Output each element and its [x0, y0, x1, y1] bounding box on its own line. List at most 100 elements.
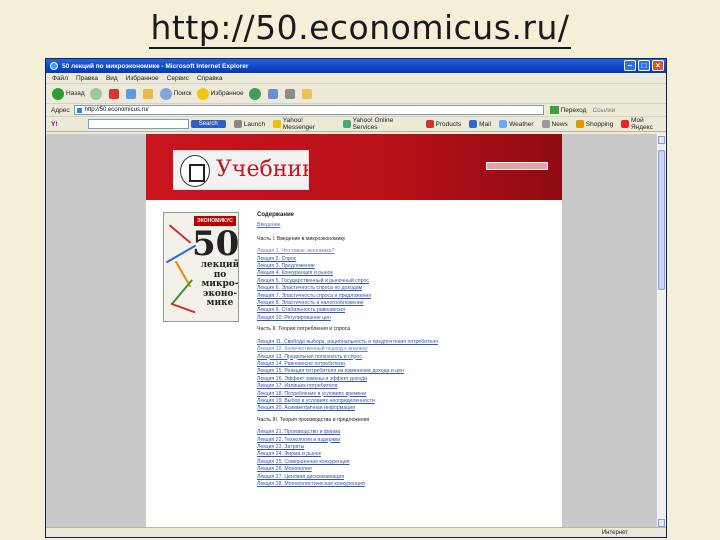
- refresh-icon: [125, 88, 136, 99]
- toc-chapter-link[interactable]: Лекция 18. Потребление в условиях времен…: [257, 391, 547, 398]
- yahoo-mail[interactable]: Mail: [469, 120, 491, 128]
- vertical-scrollbar[interactable]: [656, 134, 666, 529]
- mail-button[interactable]: [267, 88, 280, 99]
- toc-chapter-link[interactable]: Лекция 6. Эластичность спроса по доходам: [257, 285, 547, 292]
- toc-chapter-link[interactable]: Лекция 2. Спрос: [257, 256, 547, 263]
- go-button[interactable]: Переход: [549, 106, 586, 114]
- mail-icon: [267, 88, 278, 99]
- search-button[interactable]: Поиск: [159, 87, 192, 100]
- toc-chapter-link[interactable]: Лекция 19. Выбор в условиях неопределенн…: [257, 398, 547, 405]
- maximize-button[interactable]: □: [638, 60, 650, 71]
- toc-part-title: Часть III. Теория производства и предлож…: [257, 416, 370, 423]
- yandex-icon: [621, 120, 629, 128]
- search-icon: [159, 87, 172, 100]
- toc-chapter-link[interactable]: Лекция 16. Эффект замены и эффект дохода: [257, 376, 547, 383]
- yahoo-services[interactable]: Yahoo! Online Services: [342, 117, 418, 131]
- links-label[interactable]: Ссылки: [592, 107, 615, 114]
- forward-button[interactable]: [89, 87, 104, 100]
- yahoo-launch[interactable]: Launch: [233, 120, 265, 128]
- toc-chapter-link[interactable]: Лекция 11. Свобода выбора, рациональност…: [257, 339, 547, 346]
- folder-button[interactable]: [301, 88, 314, 99]
- toc-chapter-link[interactable]: Лекция 22. Технология и издержки: [257, 437, 547, 444]
- slide-title: http://50.economicus.ru/: [148, 8, 572, 49]
- toc-chapter-link[interactable]: Лекция 4. Конкуренция и рынок: [257, 270, 547, 277]
- yahoo-search-input[interactable]: [87, 119, 189, 129]
- yahoo-news[interactable]: News: [541, 120, 568, 128]
- address-bar: Адрес http://50.economicus.ru/ Переход С…: [46, 104, 666, 117]
- home-icon: [142, 88, 153, 99]
- toc-chapter-link[interactable]: Лекция 5. Государственный и рыночный спр…: [257, 278, 547, 285]
- menu-file[interactable]: Файл: [52, 75, 68, 82]
- yandex-link[interactable]: Мой Яндекс: [621, 117, 666, 131]
- menu-view[interactable]: Вид: [106, 75, 118, 82]
- toc-chapter-link[interactable]: Лекция 23. Затраты: [257, 444, 547, 451]
- toc-chapter-link[interactable]: Лекция 27. Ценовая дискриминация: [257, 474, 547, 481]
- menu-tools[interactable]: Сервис: [167, 75, 189, 82]
- yahoo-products[interactable]: Products: [425, 120, 461, 128]
- toc-chapter-link[interactable]: Лекция 14. Равновесие потребителя: [257, 361, 547, 368]
- status-bar: Интернет: [46, 527, 666, 537]
- address-label: Адрес: [51, 106, 70, 114]
- history-button[interactable]: [248, 87, 263, 100]
- minimize-button[interactable]: –: [624, 60, 636, 71]
- back-button[interactable]: Назад: [52, 87, 85, 100]
- toc-part-title: Часть II. Теория потребления и спроса: [257, 326, 351, 333]
- toc-intro-link[interactable]: Введение: [257, 222, 547, 229]
- mail-icon: [469, 120, 478, 128]
- ie-icon: [50, 62, 58, 70]
- yahoo-shopping[interactable]: Shopping: [575, 120, 613, 128]
- print-button[interactable]: [284, 88, 297, 99]
- favorites-button[interactable]: Избранное: [196, 87, 244, 100]
- launch-icon: [233, 120, 242, 128]
- cover-decor-line: [170, 279, 194, 305]
- toc-chapter-link[interactable]: Лекция 21. Производство и фирма: [257, 429, 547, 436]
- window-titlebar: 50 лекций по микроэкономике - Microsoft …: [46, 59, 666, 73]
- window-title: 50 лекций по микроэкономике - Microsoft …: [62, 62, 249, 70]
- toc-chapter-link[interactable]: Лекция 9. Стабильность равновесия: [257, 307, 547, 314]
- menu-help[interactable]: Справка: [197, 75, 223, 82]
- refresh-button[interactable]: [125, 88, 138, 99]
- toc-chapter-link[interactable]: Лекция 17. Излишек потребителя: [257, 383, 547, 390]
- cover-title: лекций по микро-эконо-мике: [200, 260, 239, 308]
- toc-chapter-link[interactable]: Лекция 13. Предельная полезность и спрос: [257, 354, 547, 361]
- cover-number: 50: [192, 224, 239, 264]
- toc-chapter-link[interactable]: Лекция 12. Количественный подход к анали…: [257, 346, 547, 353]
- logo-text: Учебники: [216, 157, 308, 182]
- site-search-input[interactable]: [486, 162, 548, 170]
- yahoo-messenger[interactable]: Yahoo! Messenger: [273, 117, 335, 131]
- toc-chapter-link[interactable]: Лекция 28. Монополистическая конкуренция: [257, 481, 547, 488]
- scroll-down-arrow[interactable]: [658, 519, 665, 527]
- yahoo-weather[interactable]: Weather: [499, 120, 534, 128]
- toc-chapter-link[interactable]: Лекция 24. Фирма и рынок: [257, 451, 547, 458]
- scrollbar-thumb[interactable]: [658, 150, 665, 290]
- address-input[interactable]: http://50.economicus.ru/: [73, 105, 544, 115]
- scroll-up-arrow[interactable]: [658, 136, 665, 144]
- toc-chapter-link[interactable]: Лекция 26. Монополия: [257, 466, 547, 473]
- stop-button[interactable]: [108, 88, 121, 99]
- toc-chapter-link[interactable]: Лекция 1. Что такое экономика?: [257, 248, 547, 255]
- toc-chapter-link[interactable]: Лекция 10. Регулирование цен: [257, 315, 547, 322]
- menu-edit[interactable]: Правка: [76, 75, 98, 82]
- toc-chapter-link[interactable]: Лекция 25. Совершенная конкуренция: [257, 459, 547, 466]
- toc-chapter-link[interactable]: Лекция 20. Асимметричная информация: [257, 405, 547, 412]
- emblem-icon: [180, 155, 210, 187]
- book-cover: ЭКОНОМИКУС 50 лекций по микро-эконо-мике: [163, 212, 239, 322]
- toc-chapter-link[interactable]: Лекция 8. Эластичность и налогообложение: [257, 300, 547, 307]
- toc-chapter-link[interactable]: Лекция 15. Реакция потребителя на измене…: [257, 368, 547, 375]
- services-icon: [342, 120, 351, 128]
- toc-chapter-link[interactable]: Лекция 3. Предложение: [257, 263, 547, 270]
- page-viewport: Учебники ЭКОНОМИКУС 50 лекцийпомикро-эко…: [46, 134, 658, 529]
- shopping-icon: [575, 120, 584, 128]
- yahoo-logo[interactable]: Y!: [51, 121, 58, 128]
- home-button[interactable]: [142, 88, 155, 99]
- weather-icon: [499, 120, 508, 128]
- toc-chapter-link[interactable]: Лекция 7. Эластичность спроса и предложе…: [257, 293, 547, 300]
- history-icon: [248, 87, 261, 100]
- menu-bar: Файл Правка Вид Избранное Сервис Справка: [46, 73, 666, 84]
- cover-decor-line: [170, 302, 196, 314]
- status-zone: Интернет: [601, 529, 628, 536]
- site-logo[interactable]: Учебники: [173, 150, 309, 190]
- menu-favorites[interactable]: Избранное: [126, 75, 159, 82]
- yahoo-search-button[interactable]: Search: [190, 120, 226, 128]
- close-button[interactable]: ×: [652, 60, 664, 71]
